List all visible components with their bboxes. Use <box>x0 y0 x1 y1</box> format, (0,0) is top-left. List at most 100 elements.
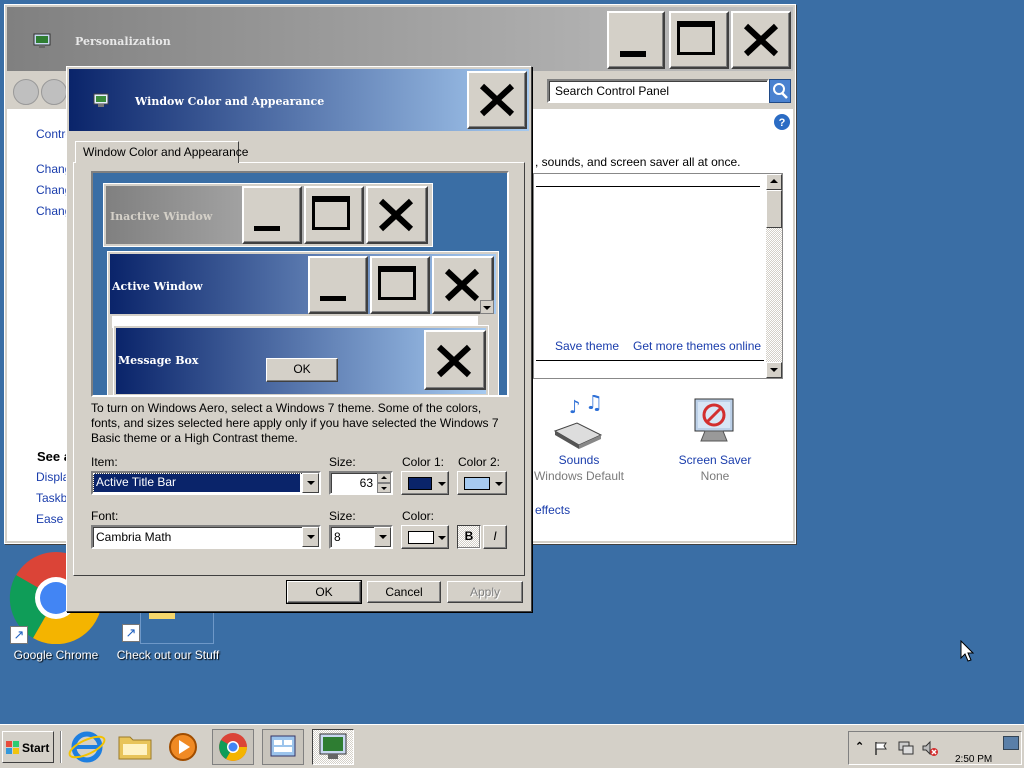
italic-toggle[interactable]: I <box>483 525 507 549</box>
show-desktop-button[interactable] <box>1003 736 1019 750</box>
maximize-icon <box>378 266 416 300</box>
dialog-title: Window Color and Appearance <box>135 95 325 108</box>
search-box[interactable]: Search Control Panel <box>547 79 769 103</box>
system-tray: ⌃ 2:50 PM <box>848 731 1022 765</box>
tab-window-color[interactable]: Window Color and Appearance <box>75 141 248 163</box>
window-title: Personalization <box>75 35 171 48</box>
monitor-icon <box>33 33 51 48</box>
start-button[interactable]: Start <box>2 731 54 763</box>
preview-minimize-button <box>242 186 302 244</box>
ok-label: OK <box>315 585 333 599</box>
item-dropdown-arrow[interactable] <box>302 473 319 493</box>
preview-inactive-window: Inactive Window <box>103 183 433 247</box>
close-icon <box>743 23 779 57</box>
aero-info-text: To turn on Windows Aero, select a Window… <box>91 401 499 445</box>
font-color-picker[interactable] <box>401 525 449 549</box>
close-button[interactable] <box>731 11 791 69</box>
media-player-taskbar-button[interactable] <box>162 729 204 765</box>
font-select[interactable]: Cambria Math <box>91 525 321 549</box>
preview-minimize-button <box>308 256 368 314</box>
svg-text:?: ? <box>779 117 786 129</box>
minimize-button[interactable] <box>607 11 665 69</box>
ie-taskbar-button[interactable] <box>66 729 108 765</box>
font-size-select[interactable]: 8 <box>329 525 393 549</box>
tab-label: Window Color and Appearance <box>83 145 249 159</box>
maximize-button[interactable] <box>669 11 729 69</box>
color2-swatch <box>464 477 490 490</box>
font-color-label: Color: <box>402 509 435 523</box>
appearance-icon <box>93 93 109 107</box>
taskbar-divider <box>60 731 62 763</box>
preview-maximize-button <box>304 186 364 244</box>
size-label: Size: <box>329 455 356 469</box>
tray-expand-icon[interactable]: ⌃ <box>855 740 864 753</box>
network-icon[interactable] <box>897 740 915 756</box>
scroll-up-button[interactable] <box>766 174 782 190</box>
taskbar: Start ⌃ 2:50 PM <box>0 724 1024 768</box>
color1-picker[interactable] <box>401 471 449 495</box>
color1-swatch <box>408 477 432 490</box>
bold-toggle[interactable]: B <box>457 525 481 549</box>
scroll-thumb[interactable] <box>766 190 782 228</box>
get-more-themes-link[interactable]: Get more themes online <box>633 339 761 353</box>
shortcut-arrow-icon: ↗ <box>10 626 28 644</box>
color2-label: Color 2: <box>458 455 501 469</box>
personalization-taskbar-button[interactable] <box>312 729 354 765</box>
control-panel-icon <box>270 735 296 757</box>
size-stepper[interactable]: 63 <box>329 471 393 495</box>
chrome-taskbar-button[interactable] <box>212 729 254 765</box>
volume-muted-icon[interactable] <box>921 740 939 758</box>
cancel-label: Cancel <box>385 585 423 599</box>
back-button[interactable] <box>13 79 39 105</box>
close-icon <box>444 268 480 302</box>
apply-label: Apply <box>469 585 501 599</box>
explorer-taskbar-button[interactable] <box>114 729 156 765</box>
themes-scrollbar[interactable] <box>766 174 782 378</box>
font-color-swatch <box>408 531 434 544</box>
help-icon[interactable]: ? <box>773 113 791 131</box>
italic-label: I <box>493 529 497 543</box>
forward-button[interactable] <box>41 79 67 105</box>
screen-saver-label: Screen Saver <box>678 453 752 467</box>
item-select-value: Active Title Bar <box>93 473 301 493</box>
search-button[interactable] <box>769 79 791 103</box>
clock[interactable]: 2:50 PM <box>955 754 992 765</box>
sounds-item[interactable]: ♪ ♫ Sounds Windows Default <box>534 395 624 485</box>
internet-explorer-icon <box>68 731 106 763</box>
ok-button[interactable]: OK <box>286 580 362 604</box>
effects-link[interactable]: effects <box>535 503 570 517</box>
preview-close-button <box>366 186 428 244</box>
save-theme-link[interactable]: Save theme <box>555 339 619 353</box>
size-down-button[interactable] <box>377 483 391 493</box>
preview-close-button <box>424 330 486 390</box>
font-size-dropdown-arrow[interactable] <box>374 527 391 547</box>
scroll-down-button[interactable] <box>766 362 782 378</box>
control-panel-taskbar-button[interactable] <box>262 729 304 765</box>
maximize-icon <box>677 21 715 55</box>
start-label: Start <box>22 741 50 755</box>
preview-ok-button: OK <box>266 358 338 382</box>
font-label: Font: <box>91 509 119 523</box>
media-player-icon <box>169 733 197 761</box>
size-up-button[interactable] <box>377 473 391 483</box>
sounds-sub: Windows Default <box>533 469 625 483</box>
svg-text:♪: ♪ <box>569 397 581 418</box>
main-description: , sounds, and screen saver all at once. <box>535 155 741 169</box>
action-center-flag-icon[interactable] <box>873 740 889 756</box>
font-dropdown-arrow[interactable] <box>302 527 319 547</box>
apply-button[interactable]: Apply <box>447 581 523 603</box>
preview-maximize-button <box>370 256 430 314</box>
search-input[interactable]: Search Control Panel <box>555 84 669 98</box>
dialog-close-button[interactable] <box>467 71 527 129</box>
shortcut-arrow-icon: ↗ <box>122 624 140 642</box>
minimize-icon <box>320 296 346 301</box>
preview-message-box: Message Box OK <box>113 325 489 395</box>
cancel-button[interactable]: Cancel <box>367 581 441 603</box>
item-select[interactable]: Active Title Bar <box>91 471 321 495</box>
monitor-icon <box>319 733 347 759</box>
close-icon <box>479 83 515 117</box>
color2-picker[interactable] <box>457 471 507 495</box>
screen-saver-item[interactable]: Screen Saver None <box>671 395 759 485</box>
desktop-icon-label: Check out our Stuff <box>116 648 220 662</box>
svg-text:♫: ♫ <box>585 395 603 414</box>
